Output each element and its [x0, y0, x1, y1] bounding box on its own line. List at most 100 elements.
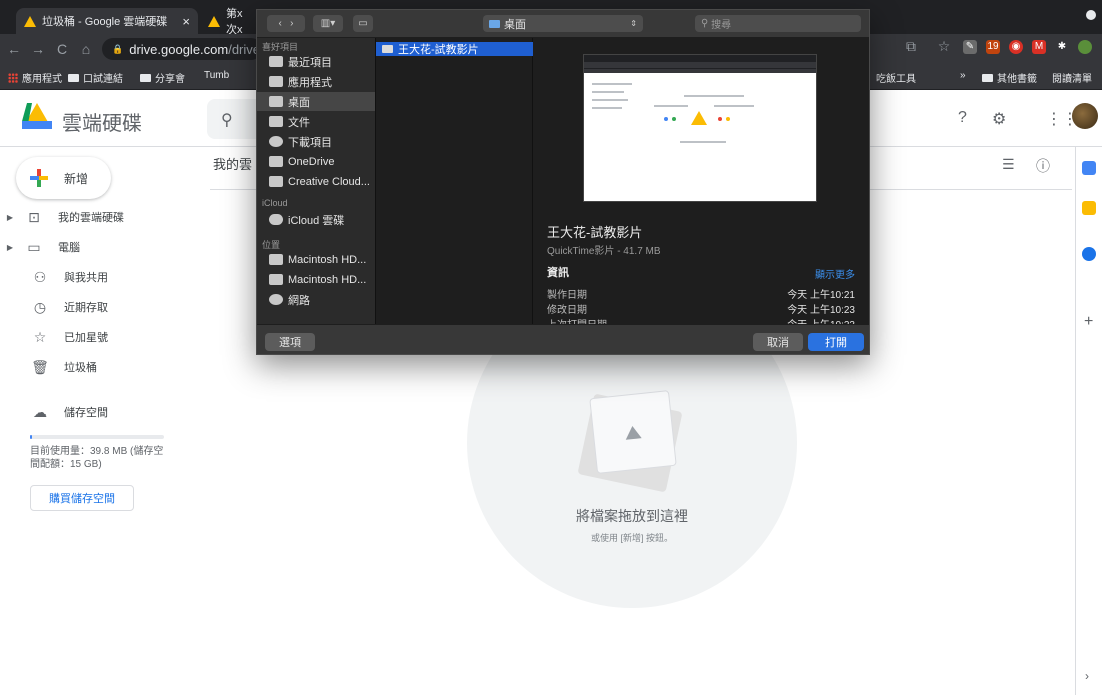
expand-arrow-icon[interactable]: ▶ — [2, 243, 18, 252]
back-forward-buttons[interactable]: ‹ › — [267, 15, 305, 32]
file-item[interactable]: 王大花-試教影片 — [376, 42, 533, 56]
reload-icon[interactable]: C — [52, 41, 72, 57]
dialog-toolbar: ‹ › ▥▾ ▭ 桌面 ⇕ ⚲ 搜尋 — [257, 10, 869, 38]
home-icon[interactable]: ⌂ — [76, 41, 96, 57]
browser-tab-second[interactable]: 第x次x — [200, 8, 260, 36]
calendar-icon[interactable] — [1082, 161, 1096, 175]
tab-title: 垃圾桶 - Google 雲端硬碟 — [42, 16, 168, 28]
storage-usage-bar — [30, 435, 164, 439]
sidebar-item-desktop[interactable]: 桌面 — [257, 92, 375, 111]
sidebar-item-recent[interactable]: ◷ 近期存取 — [0, 293, 200, 321]
bookmark-reading-list[interactable]: 閱讀清單 — [1052, 70, 1092, 85]
shared-icon: ⚇ — [33, 268, 47, 285]
tab-close-icon[interactable]: × — [182, 14, 190, 29]
sidebar-item-macintosh-hd[interactable]: Macintosh HD... — [257, 270, 375, 289]
sidebar-item-network[interactable]: 網路 — [257, 290, 375, 309]
my-drive-icon: ⊡ — [28, 208, 40, 225]
keep-icon[interactable] — [1082, 201, 1096, 215]
new-button[interactable]: 新增 — [16, 157, 111, 199]
list-view-icon[interactable]: ☰ — [1002, 156, 1015, 173]
app-title[interactable]: 雲端硬碟 — [62, 107, 142, 136]
sidebar-item-starred[interactable]: ☆ 已加星號 — [0, 323, 200, 351]
forward-icon[interactable]: → — [28, 41, 48, 57]
profile-dot-icon[interactable] — [1086, 10, 1096, 20]
options-button[interactable]: 選項 — [265, 333, 315, 351]
extension-icon[interactable]: ◉ — [1009, 39, 1023, 54]
sidebar-item-documents[interactable]: 文件 — [257, 112, 375, 131]
trash-icon: 🗑 — [31, 358, 49, 375]
file-column: 王大花-試教影片 — [375, 38, 533, 324]
show-more-link[interactable]: 顯示更多 — [815, 266, 855, 281]
extension-icon[interactable]: ✎ — [963, 39, 977, 54]
sidebar-item-computers[interactable]: ▶ ▭ 電腦 — [0, 233, 200, 261]
bookmark-folder[interactable]: 分享會 — [140, 70, 185, 85]
network-icon — [269, 294, 283, 305]
cloud-icon: ☁ — [33, 403, 47, 420]
location-select[interactable]: 桌面 ⇕ — [483, 15, 643, 32]
bookmark-star-icon[interactable]: ☆ — [934, 38, 954, 55]
page-title[interactable]: 我的雲 — [213, 154, 252, 173]
disk-icon — [269, 274, 283, 285]
bookmark-folder[interactable]: 口試連結 — [68, 70, 123, 85]
back-icon[interactable]: ← — [4, 41, 24, 57]
info-icon[interactable]: ⓘ — [1036, 156, 1050, 176]
avatar[interactable] — [1078, 39, 1092, 54]
add-addon-icon[interactable]: + — [1084, 313, 1093, 331]
search-icon[interactable]: ⚲ — [221, 110, 233, 130]
extension-icon[interactable]: М — [1032, 39, 1046, 54]
drive-logo-icon[interactable] — [22, 103, 52, 129]
address-bar[interactable]: 🔒 drive.google.com/drive — [102, 38, 262, 60]
storage-usage-fill — [30, 435, 32, 439]
preview-thumbnail — [583, 54, 817, 202]
bookmark-overflow[interactable]: » — [960, 70, 966, 81]
sidebar-item-onedrive[interactable]: OneDrive — [257, 152, 375, 171]
expand-arrow-icon[interactable]: ▶ — [2, 213, 18, 222]
sidebar-item-downloads[interactable]: 下載項目 — [257, 132, 375, 151]
tasks-icon[interactable] — [1082, 247, 1096, 261]
sidebar-item-icloud-drive[interactable]: iCloud 雲碟 — [257, 210, 375, 229]
view-mode-button[interactable]: ▥▾ — [313, 15, 343, 32]
desktop-icon — [269, 96, 283, 107]
help-icon[interactable]: ? — [958, 109, 967, 127]
dialog-search-input[interactable]: ⚲ 搜尋 — [695, 15, 861, 32]
settings-icon[interactable]: ⚙ — [992, 109, 1006, 129]
sidebar-item-shared[interactable]: ⚇ 與我共用 — [0, 263, 200, 291]
search-icon: ⚲ — [701, 18, 712, 29]
sidebar-item-storage[interactable]: ☁ 儲存空間 — [0, 398, 200, 426]
apps-grid-icon — [8, 72, 18, 83]
sidebar-item-my-drive[interactable]: ▶ ⊡ 我的雲端硬碟 — [0, 203, 200, 231]
folder-icon — [982, 73, 993, 82]
sidebar-item-trash[interactable]: 🗑 垃圾桶 — [0, 353, 200, 381]
cancel-button[interactable]: 取消 — [753, 333, 803, 351]
drop-title: 將檔案拖放到這裡 — [576, 508, 688, 524]
recents-icon — [269, 56, 283, 67]
info-row: 修改日期 今天 上午10:23 — [547, 305, 855, 316]
dialog-sidebar: 喜好項目 最近項目 應用程式 桌面 文件 下載項目 OneDrive Creat… — [257, 38, 375, 324]
chevron-right-icon[interactable]: › — [1085, 669, 1089, 683]
buy-storage-button[interactable]: 購買儲存空間 — [30, 485, 134, 511]
sidebar-item-creative-cloud[interactable]: Creative Cloud... — [257, 172, 375, 191]
share-icon[interactable]: ⧉ — [901, 38, 921, 55]
storage-usage-text: 目前使用量：39.8 MB (儲存空間配額：15 GB) — [30, 446, 164, 470]
sidebar-item-applications[interactable]: 應用程式 — [257, 72, 375, 91]
open-button[interactable]: 打開 — [808, 333, 864, 351]
folder-icon — [140, 73, 151, 82]
bookmark-tumblr[interactable]: Tumb — [204, 70, 229, 81]
sidebar-item-macintosh-hd[interactable]: Macintosh HD... — [257, 250, 375, 269]
plus-icon — [30, 169, 48, 187]
cloud-icon — [269, 214, 283, 225]
avatar[interactable] — [1072, 103, 1098, 129]
lock-icon: 🔒 — [112, 43, 124, 54]
extension-icon[interactable]: 19 — [986, 39, 1000, 54]
folder-action-icon[interactable]: ▭ — [353, 15, 373, 32]
preview-pane: 王大花-試教影片 QuickTime影片 - 41.7 MB 資訊 顯示更多 製… — [533, 38, 869, 331]
bookmark-apps[interactable]: 應用程式 — [8, 70, 62, 85]
puzzle-icon[interactable]: ✱ — [1055, 40, 1069, 54]
chevron-updown-icon: ⇕ — [630, 19, 637, 28]
bookmark-item[interactable]: 吃飯工具 — [876, 70, 916, 85]
sidebar-item-recents[interactable]: 最近項目 — [257, 52, 375, 71]
bookmark-other[interactable]: 其他書籤 — [982, 70, 1037, 85]
folder-icon — [489, 19, 500, 28]
browser-tab-drive[interactable]: 垃圾桶 - Google 雲端硬碟 × — [16, 8, 198, 34]
extensions-area: ⧉ ☆ ✎ 19 ◉ М ✱ — [897, 38, 1102, 55]
